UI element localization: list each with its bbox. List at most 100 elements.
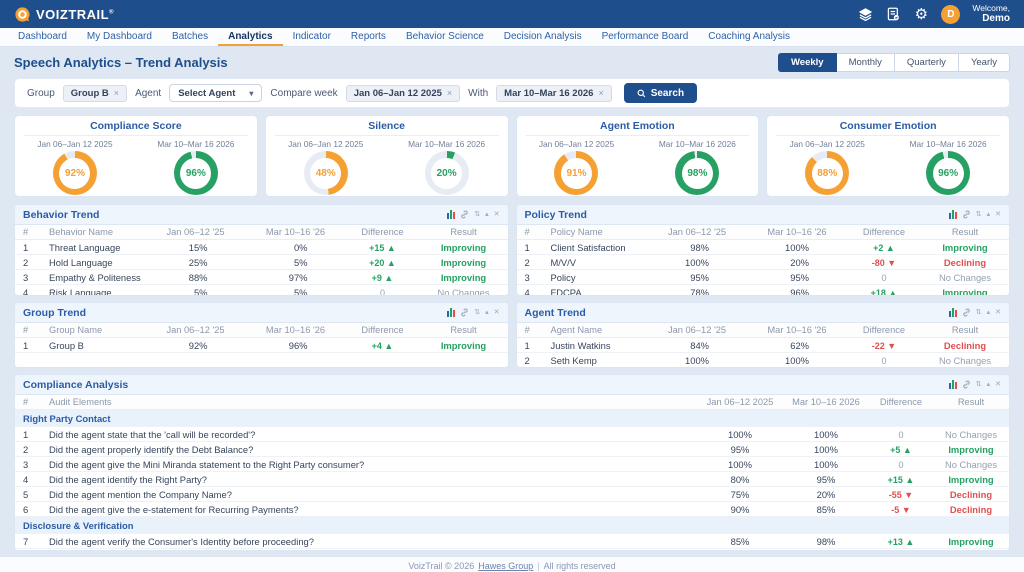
nav-item-reports[interactable]: Reports	[341, 28, 396, 46]
compare-chip-close-icon[interactable]: ×	[447, 88, 452, 98]
period-2-value: 92%	[783, 548, 869, 550]
with-label: With	[468, 87, 489, 99]
result-value: Improving	[942, 241, 988, 253]
panel-chart-icon[interactable]	[948, 308, 957, 317]
difference-value: +15 ▲	[369, 242, 396, 253]
panel-collapse-icon[interactable]: ▴	[485, 211, 489, 218]
donut-chart-period-1: 48%	[303, 151, 348, 195]
nav-item-dashboard[interactable]: Dashboard	[8, 28, 77, 46]
gauge-period-2: Mar 10–Mar 16 2026 20%	[408, 139, 485, 195]
gauge-period-2-label: Mar 10–Mar 16 2026	[157, 139, 235, 149]
gauge-period-2-value: 96%	[180, 157, 212, 189]
gauge-trend-label: Improving −28% ▲	[266, 195, 508, 196]
donut-chart-period-2: 96%	[926, 151, 971, 195]
panel-close-icon[interactable]: ✕	[995, 211, 1001, 218]
donut-chart-period-2: 98%	[675, 151, 720, 195]
result-value: Declining	[949, 503, 993, 515]
row-number: 8	[15, 548, 41, 550]
with-chip-close-icon[interactable]: ×	[598, 88, 603, 98]
row-name: Seth Kemp	[542, 352, 647, 367]
table-row: 5 Did the agent mention the Company Name?…	[15, 486, 1009, 502]
layers-icon[interactable]	[857, 6, 873, 22]
group-chip[interactable]: Group B ×	[62, 84, 128, 102]
panel-sort-icon[interactable]: ⇅	[474, 309, 480, 316]
nav-item-decision-analysis[interactable]: Decision Analysis	[494, 28, 592, 46]
row-number: 3	[516, 269, 543, 285]
footer-rights: All rights reserved	[543, 561, 616, 571]
period-2-value: 98%	[783, 533, 869, 549]
panel-sort-icon[interactable]: ⇅	[976, 309, 982, 316]
panel-collapse-icon[interactable]: ▴	[987, 211, 991, 218]
report-check-icon[interactable]	[885, 6, 901, 22]
panel-chart-icon[interactable]	[447, 210, 456, 219]
nav-item-batches[interactable]: Batches	[162, 28, 218, 46]
table-row: 1 Threat Language 15% 0% +15 ▲ Improving	[15, 239, 508, 255]
panel-sort-icon[interactable]: ⇅	[976, 211, 982, 218]
column-header-mar-10-16-26: Mar 10–16 '26	[245, 225, 346, 240]
period-1-value: 78%	[647, 284, 747, 295]
column-header-mar-10-16-2026: Mar 10–16 2026	[783, 395, 869, 410]
period-2-value: 97%	[245, 269, 346, 285]
panel-link-icon[interactable]	[962, 210, 971, 219]
table-row: 2 Hold Language 25% 5% +20 ▲ Improving	[15, 254, 508, 270]
period-1-value: 100%	[647, 352, 747, 367]
gauge-period-2: Mar 10–Mar 16 2026 98%	[659, 139, 736, 195]
nav-item-my-dashboard[interactable]: My Dashboard	[77, 28, 162, 46]
panel-close-icon[interactable]: ✕	[995, 309, 1001, 316]
group-chip-close-icon[interactable]: ×	[114, 88, 119, 98]
with-week-chip[interactable]: Mar 10–Mar 16 2026 ×	[496, 84, 612, 102]
view-button-yearly[interactable]: Yearly	[958, 52, 1010, 72]
panel-collapse-icon[interactable]: ▴	[987, 309, 991, 316]
nav-item-behavior-science[interactable]: Behavior Science	[396, 28, 494, 46]
column-header-: #	[516, 225, 543, 240]
panel-chart-icon[interactable]	[948, 210, 957, 219]
search-button[interactable]: Search	[623, 83, 698, 103]
difference-value: +20 ▲	[369, 257, 396, 268]
panel-link-icon[interactable]	[962, 380, 971, 389]
brand-logo[interactable]: VOIZTRAIL®	[14, 6, 114, 23]
panel-collapse-icon[interactable]: ▴	[485, 309, 489, 316]
view-button-quarterly[interactable]: Quarterly	[894, 52, 959, 72]
column-header-group-name: Group Name	[41, 323, 146, 338]
panel-link-icon[interactable]	[460, 210, 469, 219]
panel-sort-icon[interactable]: ⇅	[474, 211, 480, 218]
row-number: 4	[516, 284, 543, 295]
panel-close-icon[interactable]: ✕	[995, 381, 1001, 388]
gauge-period-1-label: Jan 06–Jan 12 2025	[789, 139, 865, 149]
row-number: 1	[516, 337, 543, 353]
policy-trend-title: Policy Trend	[524, 208, 587, 221]
panel-chart-icon[interactable]	[948, 380, 957, 389]
gauge-card-silence: Silence Jan 06–Jan 12 2025 48% Mar 10–Mar 1…	[264, 115, 509, 197]
user-avatar[interactable]: D	[941, 4, 961, 24]
panel-collapse-icon[interactable]: ▴	[987, 381, 991, 388]
row-number: 1	[15, 337, 41, 353]
view-button-monthly[interactable]: Monthly	[836, 52, 895, 72]
nav-item-analytics[interactable]: Analytics	[218, 28, 283, 46]
panel-close-icon[interactable]: ✕	[494, 211, 500, 218]
period-1-value: 88%	[145, 269, 246, 285]
panel-chart-icon[interactable]	[447, 308, 456, 317]
panel-link-icon[interactable]	[460, 308, 469, 317]
view-button-weekly[interactable]: Weekly	[778, 52, 837, 72]
row-number: 3	[15, 269, 41, 285]
nav-item-indicator[interactable]: Indicator	[283, 28, 341, 46]
difference-value: +18 ▲	[870, 287, 898, 296]
table-row: 3 Empathy & Politeness 88% 97% +9 ▲ Improving	[15, 269, 508, 285]
nav-item-coaching-analysis[interactable]: Coaching Analysis	[698, 28, 800, 46]
policy-trend-panel: Policy Trend ⇅ ▴ ✕ # Policy Name Jan 06–12 '25…	[515, 204, 1010, 296]
gauge-period-1: Jan 06–Jan 12 2025 88%	[790, 139, 865, 195]
period-1-value: 75%	[697, 486, 783, 502]
gauge-period-1-label: Jan 06–Jan 12 2025	[37, 139, 113, 149]
result-value: Improving	[948, 535, 994, 547]
donut-chart-period-1: 91%	[554, 151, 599, 195]
settings-gear-icon[interactable]: ⚙	[913, 6, 929, 22]
period-2-value: 100%	[747, 239, 847, 255]
panel-link-icon[interactable]	[962, 308, 971, 317]
nav-item-performance-board[interactable]: Performance Board	[592, 28, 699, 46]
panel-sort-icon[interactable]: ⇅	[976, 381, 982, 388]
compare-week-chip[interactable]: Jan 06–Jan 12 2025 ×	[345, 84, 461, 102]
footer-hawes-group-link[interactable]: Hawes Group	[478, 561, 533, 571]
agent-select[interactable]: Select Agent ▾	[169, 84, 263, 102]
panel-close-icon[interactable]: ✕	[494, 309, 500, 316]
column-header-mar-10-16-26: Mar 10–16 '26	[747, 323, 847, 338]
